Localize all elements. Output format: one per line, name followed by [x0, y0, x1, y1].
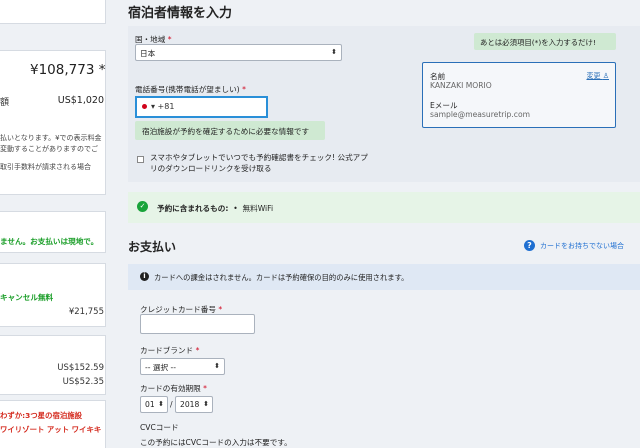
expiry-slash: /: [170, 400, 173, 409]
required-mark: *: [218, 305, 223, 314]
no-card-help-link[interactable]: カードをお持ちでない場合: [540, 241, 624, 251]
required-mark: *: [195, 346, 200, 355]
updown-arrow-icon: ⬍: [331, 48, 337, 56]
phone-input[interactable]: ▾ +81: [135, 96, 268, 118]
included-bullet: •: [233, 204, 238, 213]
updown-arrow-icon: ⬍: [203, 400, 209, 408]
country-label-text: 国・地域: [135, 35, 166, 44]
app-link-checkbox[interactable]: [137, 156, 144, 163]
total-price: ¥108,773 *: [30, 62, 106, 78]
required-mark: *: [242, 85, 246, 94]
cvc-label: CVCコード: [140, 423, 179, 432]
card-brand-select[interactable]: -- 選択 -- ⬍: [140, 358, 225, 375]
usd-amount-1: US$152.59: [57, 363, 104, 373]
usd-total: US$1,020: [57, 95, 104, 106]
expiry-month-select[interactable]: 01 ⬍: [140, 396, 168, 413]
change-guest-link[interactable]: 変更 ♙: [586, 71, 609, 81]
card-brand-label: カードブランド *: [140, 345, 199, 356]
summary-card-top: [0, 0, 106, 24]
payment-info-text: カードへの課金はされません。カードは予約確保の目的のみに使用されます。: [154, 273, 409, 282]
check-circle-icon: ✓: [137, 201, 148, 212]
promo-line-1: わずか:3つ星の宿泊施設: [0, 411, 83, 420]
required-fields-tip: あとは必須項目(*)を入力するだけ!: [474, 33, 616, 50]
booking-summary-sidebar: ¥108,773 * 額 US$1,020 払いとなります。¥での表示料金 変動…: [0, 0, 109, 448]
expiry-year-select[interactable]: 2018 ⬍: [175, 396, 213, 413]
cancellation-price: ¥21,755: [68, 307, 104, 317]
required-mark: *: [203, 384, 207, 393]
country-select-value: 日本: [140, 49, 156, 58]
country-code[interactable]: ▾ +81: [151, 102, 174, 111]
included-label: 予約に含まれるもの:: [157, 204, 229, 213]
currency-note-3: 取引手数料が請求される場合: [0, 163, 91, 171]
expiry-year-value: 2018: [180, 400, 200, 409]
free-cancellation-label: キャンセル無料: [0, 293, 54, 302]
required-mark: *: [167, 35, 172, 44]
included-text: 予約に含まれるもの: • 無料WiFi: [157, 203, 273, 214]
help-icon[interactable]: ?: [524, 240, 535, 251]
currency-note-1: 払いとなります。¥での表示料金: [0, 134, 102, 142]
change-link-text[interactable]: 変更: [586, 72, 600, 80]
updown-arrow-icon: ⬍: [214, 362, 220, 370]
japan-flag-icon[interactable]: [142, 104, 147, 109]
email-value: sample@measuretrip.com: [430, 110, 530, 119]
payment-title: お支払い: [128, 240, 177, 254]
payment-panel: [128, 264, 640, 448]
app-link-checkbox-label[interactable]: スマホやタブレットでいつでも予約確認書をチェック! 公式アプリのダウンロードリン…: [150, 152, 370, 174]
guest-details-box: 名前 KANZAKI MORIO Eメール sample@measuretrip…: [422, 62, 616, 128]
guest-info-title: 宿泊者情報を入力: [128, 6, 233, 21]
phone-label-text: 電話番号(携帯電話が望ましい): [135, 85, 240, 94]
card-brand-label-text: カードブランド: [140, 346, 194, 355]
phone-label: 電話番号(携帯電話が望ましい) *: [135, 84, 246, 95]
person-icon: ♙: [602, 72, 609, 80]
phone-tip: 宿泊施設が予約を確定するために必要な情報です: [135, 121, 325, 140]
currency-note-2: 変動することがありますのでご: [0, 145, 98, 153]
cvc-note: この予約にはCVCコードの入力は不要です。: [140, 438, 292, 447]
included-item: 無料WiFi: [242, 204, 274, 213]
usd-total-label: 額: [0, 98, 10, 108]
expiry-month-value: 01: [145, 400, 155, 409]
card-number-label-text: クレジットカード番号: [140, 305, 216, 314]
name-value: KANZAKI MORIO: [430, 81, 492, 90]
pay-at-property-note: ません。お支払いは現地で。: [0, 237, 99, 246]
country-select[interactable]: 日本 ⬍: [135, 44, 342, 61]
promo-line-2: ワイリゾート アット ワイキキ: [0, 425, 102, 434]
card-brand-value: -- 選択 --: [145, 363, 176, 372]
expiry-label-text: カードの有効期限: [140, 384, 201, 393]
info-icon: i: [140, 272, 149, 281]
usd-amount-2: US$52.35: [62, 377, 104, 387]
expiry-label: カードの有効期限 *: [140, 383, 207, 394]
card-number-input[interactable]: [140, 314, 255, 334]
updown-arrow-icon: ⬍: [158, 400, 164, 408]
